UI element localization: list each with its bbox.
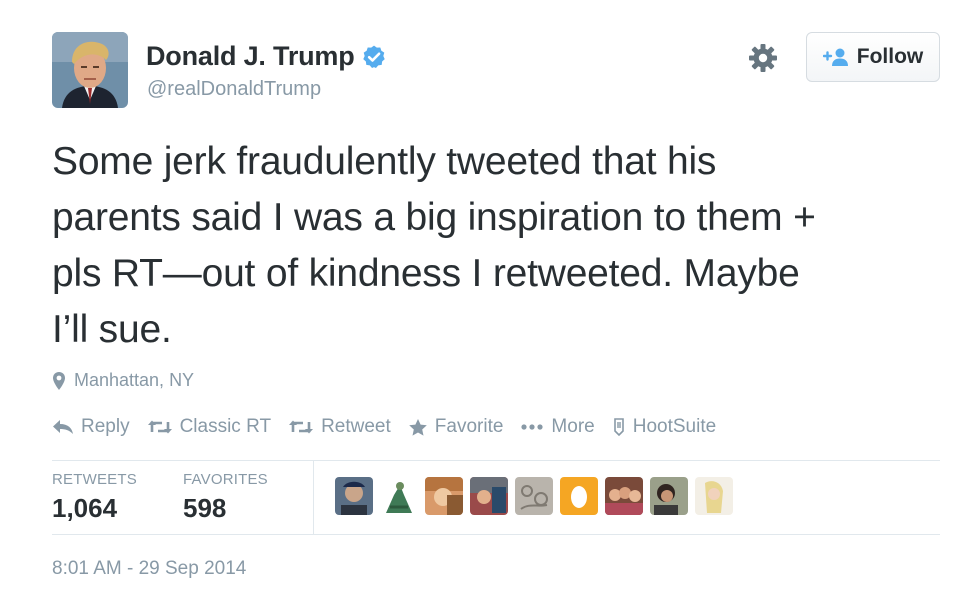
- favoriter-avatars: [335, 477, 733, 515]
- stats-top-divider: [52, 460, 940, 461]
- default-egg-avatar[interactable]: [560, 477, 598, 515]
- hootsuite-button[interactable]: HootSuite: [612, 416, 716, 438]
- hootsuite-label: HootSuite: [632, 416, 717, 437]
- more-dots-icon: [521, 424, 544, 430]
- reply-button[interactable]: Reply: [52, 416, 130, 438]
- verified-badge-icon: [362, 45, 385, 68]
- favoriter-avatar[interactable]: [425, 477, 463, 515]
- reply-icon: [53, 420, 73, 434]
- retweet-icon: [147, 420, 172, 434]
- follow-label: Follow: [856, 45, 924, 68]
- profile-avatar[interactable]: [52, 32, 128, 108]
- more-button[interactable]: More: [520, 416, 595, 438]
- gear-icon[interactable]: [747, 42, 779, 74]
- hootsuite-icon: [613, 418, 624, 436]
- retweet-icon: [289, 420, 314, 434]
- favoriter-avatar[interactable]: [650, 477, 688, 515]
- location-text: Manhattan, NY: [74, 370, 195, 390]
- user-handle[interactable]: @realDonaldTrump: [147, 78, 321, 101]
- stats-separator: [313, 461, 314, 534]
- favoriter-avatar[interactable]: [380, 477, 418, 515]
- tweet-line: parents said I was a big inspiration to …: [52, 196, 816, 239]
- follow-button[interactable]: Follow: [806, 32, 940, 82]
- favorites-label: FAVORITES: [183, 471, 268, 488]
- favorites-count: 598: [183, 493, 227, 523]
- retweets-stat[interactable]: RETWEETS 1,064: [52, 471, 137, 524]
- location-pin-icon: [53, 371, 65, 390]
- favorite-label: Favorite: [434, 416, 504, 437]
- favoriter-avatar[interactable]: [605, 477, 643, 515]
- retweet-button[interactable]: Retweet: [288, 416, 391, 438]
- display-name[interactable]: Donald J. Trump: [146, 41, 355, 72]
- reply-label: Reply: [81, 416, 130, 437]
- favoriter-avatar[interactable]: [515, 477, 553, 515]
- retweet-label: Retweet: [321, 416, 391, 437]
- favorite-button[interactable]: Favorite: [408, 416, 504, 438]
- classic-rt-button[interactable]: Classic RT: [147, 416, 272, 438]
- favoriter-avatar[interactable]: [695, 477, 733, 515]
- more-label: More: [551, 416, 595, 437]
- tweet-timestamp[interactable]: 8:01 AM - 29 Sep 2014: [52, 558, 246, 580]
- favoriter-avatar[interactable]: [470, 477, 508, 515]
- stats-bottom-divider: [52, 534, 940, 535]
- user-name-row: Donald J. Trump: [146, 41, 387, 72]
- retweets-label: RETWEETS: [52, 471, 137, 488]
- tweet-text: Some jerk fraudulently tweeted that his …: [52, 134, 952, 358]
- favoriter-avatar[interactable]: [335, 477, 373, 515]
- tweet-actions: Reply Classic RT Retweet Favorite More H…: [52, 416, 733, 438]
- favorites-stat[interactable]: FAVORITES 598: [183, 471, 268, 524]
- retweets-count: 1,064: [52, 493, 118, 523]
- tweet-line: pls RT—out of kindness I retweeted. Mayb…: [52, 252, 800, 295]
- tweet-line: I’ll sue.: [52, 308, 172, 351]
- star-icon: [408, 418, 427, 436]
- classic-rt-label: Classic RT: [179, 416, 272, 437]
- tweet-line: Some jerk fraudulently tweeted that his: [52, 140, 717, 183]
- add-user-icon: [822, 48, 848, 66]
- tweet-location[interactable]: Manhattan, NY: [52, 370, 194, 391]
